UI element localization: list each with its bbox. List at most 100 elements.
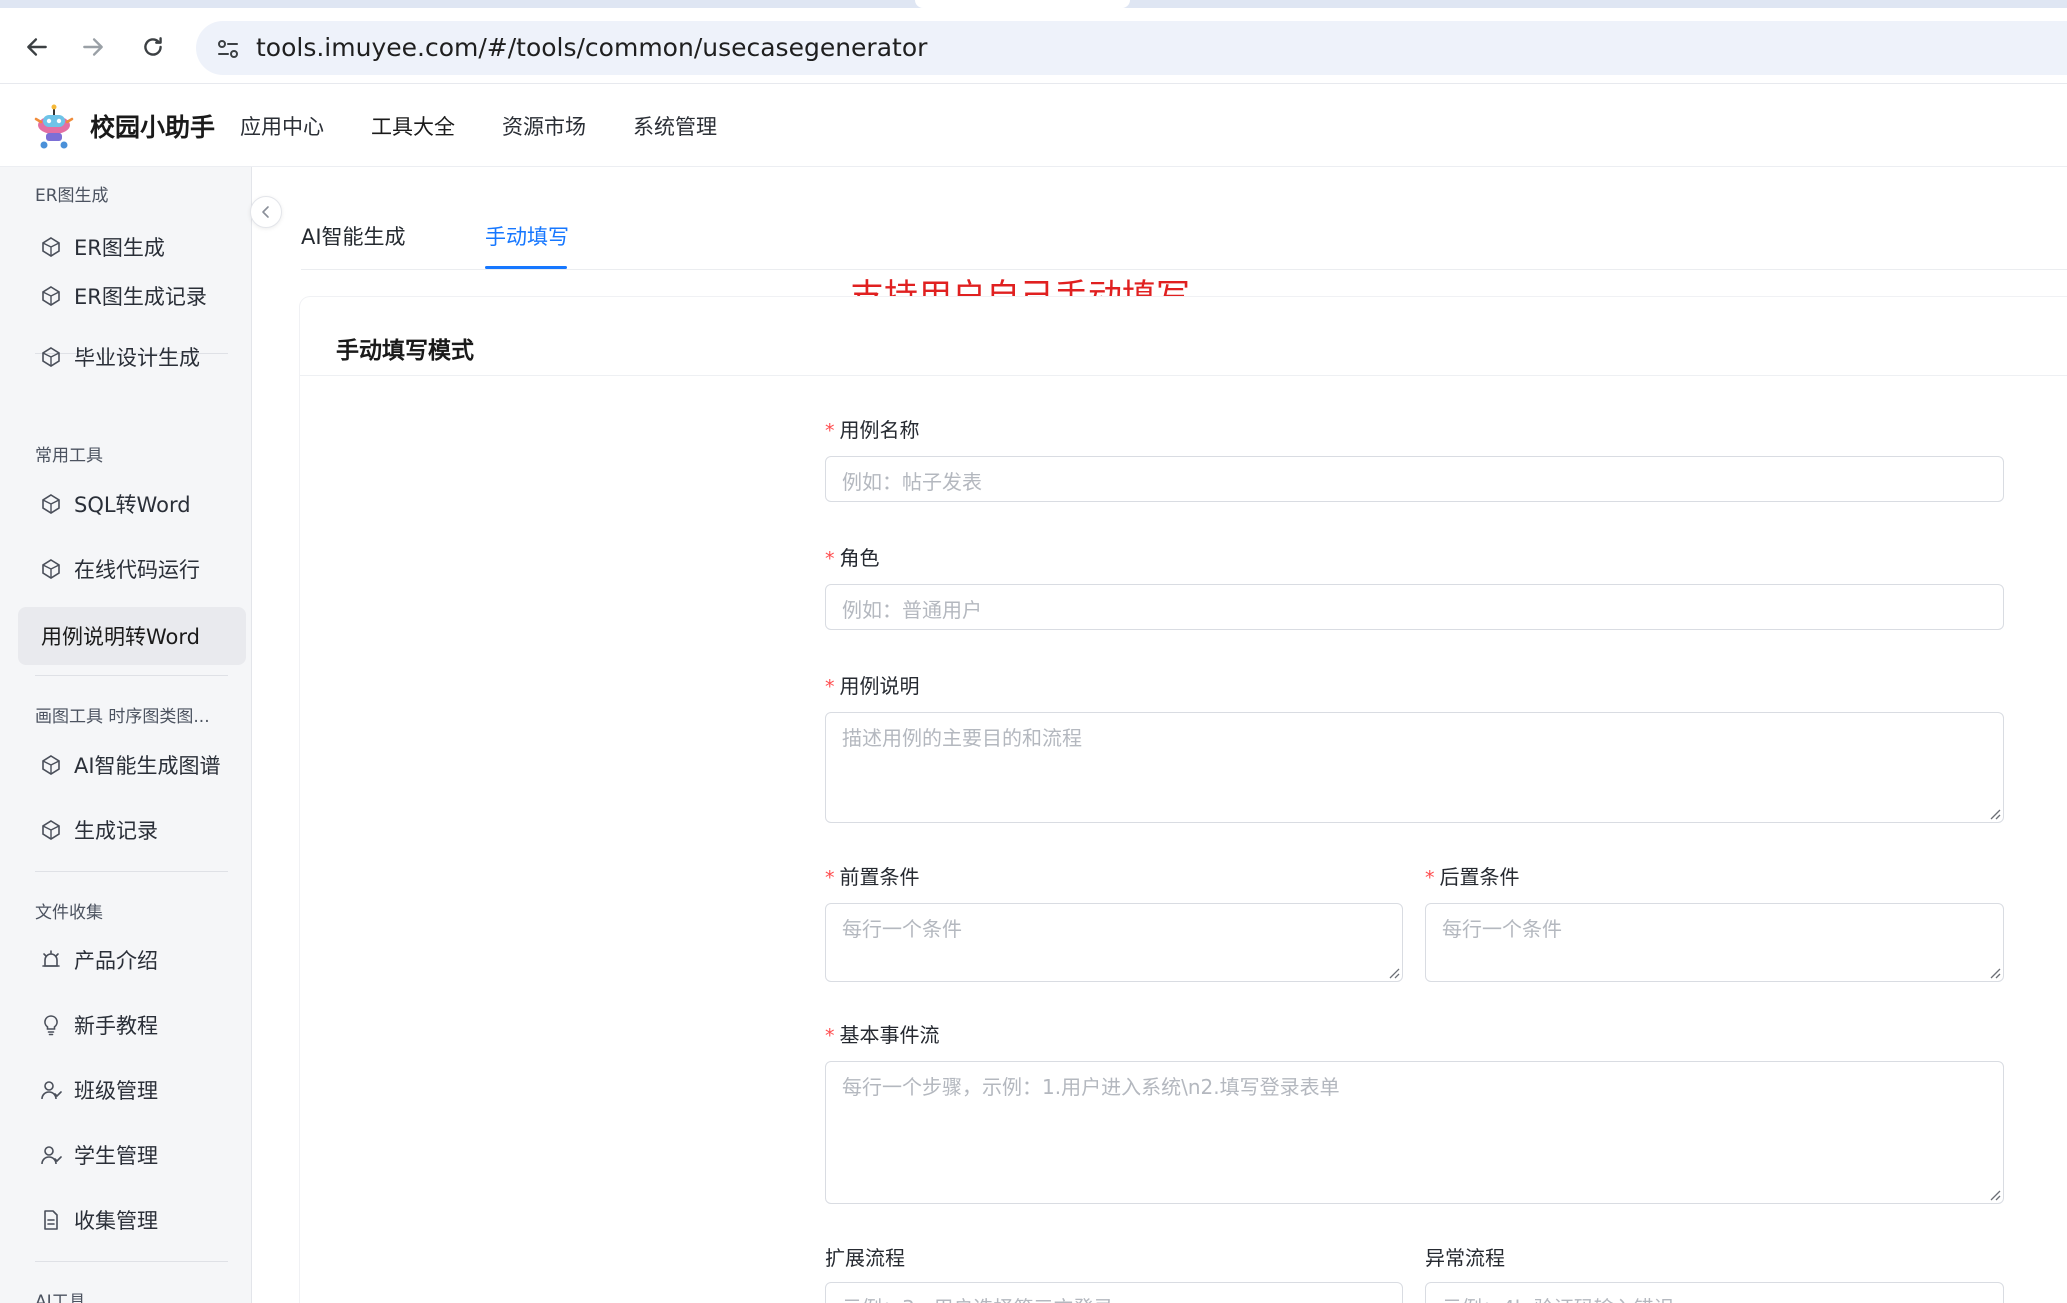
resize-grip-icon[interactable]: [1988, 807, 2001, 820]
sidebar: ER图生成 ER图生成 ER图生成记录 毕业设计生成 常用工具 SQL转Word…: [0, 167, 252, 1303]
sidebar-collapse-button[interactable]: [250, 196, 282, 228]
active-tab-indicator: [485, 266, 567, 269]
sidebar-item-usecase-to-word[interactable]: 用例说明转Word: [18, 607, 246, 665]
tab-ai-generate[interactable]: AI智能生成: [301, 221, 406, 251]
tune-icon[interactable]: [214, 35, 242, 63]
robot-logo-icon[interactable]: [30, 103, 78, 151]
extension-flow-placeholder: 示例：3a.用户选择第三方登录: [842, 1292, 1113, 1303]
sidebar-item-thesis-generate[interactable]: 毕业设计生成: [18, 328, 246, 386]
basic-flow-textarea[interactable]: 每行一个步骤，示例：1.用户进入系统\n2.填写登录表单: [825, 1061, 2004, 1204]
role-input[interactable]: 例如：普通用户: [825, 584, 2004, 630]
sidebar-item-tutorial[interactable]: 新手教程: [18, 996, 246, 1054]
sidebar-item-label: 学生管理: [74, 1144, 158, 1168]
chevron-left-icon: [262, 206, 269, 218]
sidebar-item-label: 收集管理: [74, 1209, 158, 1233]
forward-button[interactable]: [74, 28, 112, 66]
app-header: 校园小助手 应用中心 工具大全 资源市场 系统管理: [0, 85, 2067, 167]
bulb-icon: [40, 1014, 62, 1036]
sidebar-item-collect-manage[interactable]: 收集管理: [18, 1191, 246, 1249]
resize-grip-icon[interactable]: [1988, 966, 2001, 979]
gem-icon: [40, 558, 62, 580]
required-asterisk: *: [825, 676, 835, 698]
reload-icon: [144, 37, 162, 56]
sidebar-item-generate-records[interactable]: 生成记录: [18, 801, 246, 859]
sidebar-item-sql-to-word[interactable]: SQL转Word: [18, 475, 246, 533]
sidebar-item-label: ER图生成: [74, 236, 165, 260]
exception-flow-label: 异常流程: [1425, 1246, 1505, 1270]
card-divider: [300, 375, 2067, 376]
usecase-name-placeholder: 例如：帖子发表: [842, 470, 982, 494]
usecase-name-label: * 用例名称: [825, 418, 920, 442]
browser-toolbar: tools.imuyee.com/#/tools/common/usecaseg…: [0, 8, 2067, 84]
usecase-name-input[interactable]: 例如：帖子发表: [825, 456, 2004, 502]
precondition-label: * 前置条件: [825, 865, 920, 889]
sidebar-item-label: 产品介绍: [74, 949, 158, 973]
gem-icon: [40, 819, 62, 841]
exception-flow-placeholder: 示例：4b.验证码输入错误: [1442, 1292, 1674, 1303]
extension-flow-label: 扩展流程: [825, 1246, 905, 1270]
gem-icon: [40, 346, 62, 368]
exception-flow-textarea[interactable]: 示例：4b.验证码输入错误: [1425, 1282, 2004, 1303]
required-asterisk: *: [825, 420, 835, 442]
sidebar-group-common: 常用工具: [35, 446, 103, 466]
description-placeholder: 描述用例的主要目的和流程: [842, 726, 1082, 750]
required-asterisk: *: [1425, 867, 1435, 889]
description-textarea[interactable]: 描述用例的主要目的和流程: [825, 712, 2004, 823]
resize-grip-icon[interactable]: [1988, 1188, 2001, 1201]
sidebar-item-class-manage[interactable]: 班级管理: [18, 1061, 246, 1119]
sidebar-divider: [35, 1261, 228, 1262]
alarm-icon: [40, 949, 62, 971]
user-icon: [40, 1079, 62, 1101]
back-button[interactable]: [18, 28, 56, 66]
nav-resource-market[interactable]: 资源市场: [502, 111, 586, 141]
basic-flow-label: * 基本事件流: [825, 1023, 940, 1047]
resize-grip-icon[interactable]: [1387, 966, 1400, 979]
sidebar-item-ai-graph[interactable]: AI智能生成图谱: [18, 736, 246, 794]
gem-icon: [40, 285, 62, 307]
tab-manual-fill[interactable]: 手动填写: [485, 221, 569, 251]
browser-active-tab[interactable]: [915, 0, 1130, 8]
sidebar-divider: [35, 675, 228, 676]
file-icon: [40, 1209, 62, 1231]
sidebar-group-drawing: 画图工具 时序图类图...: [35, 707, 210, 727]
sidebar-item-label: 在线代码运行: [74, 558, 200, 582]
sidebar-group-ai-tools: AI工具: [35, 1292, 86, 1303]
sidebar-item-label: SQL转Word: [74, 493, 191, 517]
sidebar-item-product-intro[interactable]: 产品介绍: [18, 931, 246, 989]
required-asterisk: *: [825, 867, 835, 889]
sidebar-item-label: ER图生成记录: [74, 285, 207, 309]
precondition-placeholder: 每行一个条件: [842, 917, 962, 941]
nav-app-center[interactable]: 应用中心: [240, 111, 324, 141]
required-asterisk: *: [825, 548, 835, 570]
arrow-left-icon: [27, 38, 47, 56]
sidebar-item-label: 新手教程: [74, 1014, 158, 1038]
brand-name[interactable]: 校园小助手: [90, 108, 215, 144]
precondition-textarea[interactable]: 每行一个条件: [825, 903, 1403, 982]
sidebar-item-online-code[interactable]: 在线代码运行: [18, 540, 246, 598]
address-bar[interactable]: tools.imuyee.com/#/tools/common/usecaseg…: [196, 21, 2067, 75]
postcondition-textarea[interactable]: 每行一个条件: [1425, 903, 2004, 982]
basic-flow-placeholder: 每行一个步骤，示例：1.用户进入系统\n2.填写登录表单: [842, 1075, 1340, 1099]
mode-tabs: AI智能生成 手动填写: [301, 167, 2067, 270]
extension-flow-textarea[interactable]: 示例：3a.用户选择第三方登录: [825, 1282, 1403, 1303]
sidebar-group-er: ER图生成: [35, 186, 109, 206]
main-content: AI智能生成 手动填写 支持用户自己手动填写 手动填写模式 *用例名称 例如：帖…: [265, 167, 2067, 1303]
manual-form-card: 手动填写模式 * 用例名称 例如：帖子发表 * 角色 例如：普通用户 * 用例说明 描…: [300, 297, 2067, 1303]
reload-button[interactable]: [134, 28, 172, 66]
postcondition-label: * 后置条件: [1425, 865, 1520, 889]
arrow-right-icon: [83, 38, 103, 56]
sidebar-item-er-records[interactable]: ER图生成记录: [18, 267, 246, 325]
sidebar-item-label: 毕业设计生成: [74, 346, 200, 370]
nav-tools[interactable]: 工具大全: [371, 111, 455, 141]
sidebar-item-label: 班级管理: [74, 1079, 158, 1103]
url-text[interactable]: tools.imuyee.com/#/tools/common/usecaseg…: [256, 33, 927, 62]
user-icon: [40, 1144, 62, 1166]
nav-system-admin[interactable]: 系统管理: [633, 111, 717, 141]
top-navigation: 应用中心 工具大全 资源市场 系统管理: [240, 111, 764, 141]
description-label: * 用例说明: [825, 674, 920, 698]
postcondition-placeholder: 每行一个条件: [1442, 917, 1562, 941]
sidebar-divider: [35, 871, 228, 872]
sidebar-item-student-manage[interactable]: 学生管理: [18, 1126, 246, 1184]
gem-icon: [40, 754, 62, 776]
sidebar-item-label: AI智能生成图谱: [74, 754, 221, 778]
